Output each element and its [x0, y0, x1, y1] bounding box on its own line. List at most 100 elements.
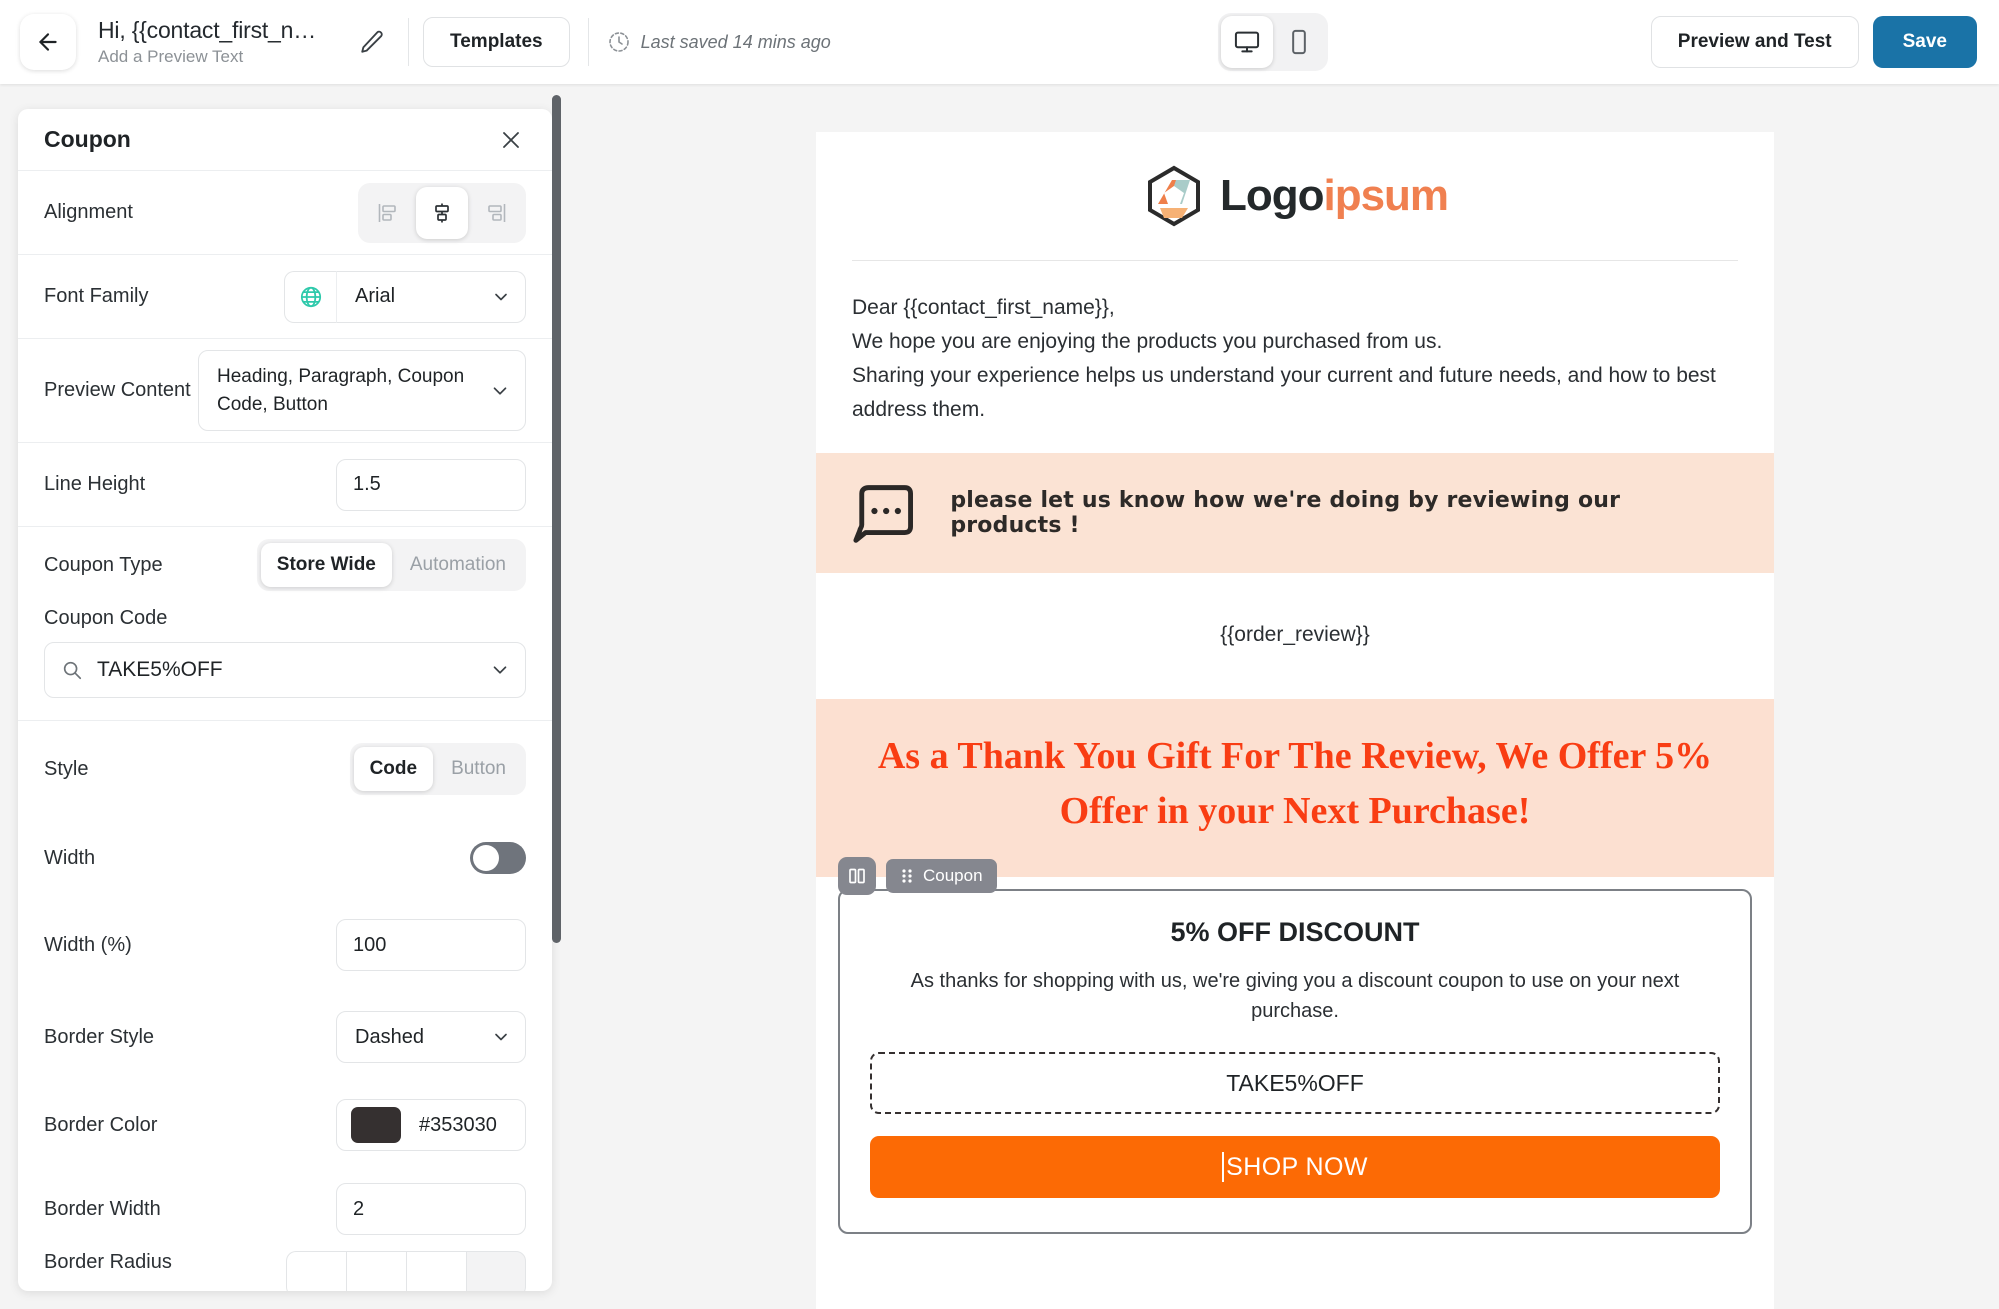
width-pct-input[interactable]: 100	[336, 919, 526, 971]
header-divider-2	[587, 18, 589, 66]
preview-content-label: Preview Content	[44, 379, 191, 401]
clock-icon	[608, 32, 629, 52]
drag-handle-icon	[902, 869, 912, 883]
border-radius-bottom-right-input[interactable]	[406, 1251, 466, 1291]
width-toggle-knob	[473, 845, 499, 871]
style-label: Style	[44, 757, 89, 780]
row-alignment: Alignment	[18, 171, 552, 255]
email-greeting: Dear {{contact_first_name}},	[852, 296, 1115, 319]
row-border-width: Border Width 2	[18, 1167, 552, 1251]
row-style: Style Code Button	[18, 721, 552, 817]
style-segmented-control: Code Button	[349, 743, 526, 795]
coupon-type-segmented-control: Store Wide Automation	[256, 539, 526, 591]
coupon-type-store-wide-button[interactable]: Store Wide	[260, 543, 392, 587]
panel-close-button[interactable]	[496, 125, 526, 155]
thank-you-block[interactable]: As a Thank You Gift For The Review, We O…	[816, 699, 1774, 878]
coupon-settings-panel: Coupon Alignment Font Family Arial Previ…	[18, 109, 552, 1291]
panel-scrollbar[interactable]	[552, 95, 561, 943]
email-preview: Logoipsum Dear {{contact_first_name}}, W…	[816, 132, 1774, 1309]
shop-now-button[interactable]: SHOP NOW	[870, 1136, 1720, 1199]
style-button-button[interactable]: Button	[435, 747, 522, 791]
border-color-label: Border Color	[44, 1113, 158, 1136]
templates-button[interactable]: Templates	[423, 17, 570, 67]
row-border-radius: Border Radius	[18, 1251, 552, 1291]
coupon-code-display[interactable]: TAKE5%OFF	[870, 1052, 1720, 1115]
panel-header: Coupon	[18, 109, 552, 171]
coupon-heading: 5% OFF DISCOUNT	[1170, 917, 1420, 948]
border-radius-label: Border Radius	[44, 1251, 172, 1273]
border-width-input[interactable]: 2	[336, 1183, 526, 1235]
mobile-icon	[1292, 29, 1306, 55]
width-toggle-label: Width	[44, 846, 96, 869]
desktop-icon	[1234, 31, 1260, 53]
border-color-picker[interactable]: #353030	[336, 1099, 526, 1151]
border-radius-inputs	[286, 1251, 526, 1291]
coupon-type-automation-button[interactable]: Automation	[394, 543, 522, 587]
border-radius-top-left-input[interactable]	[286, 1251, 346, 1291]
preview-content-select[interactable]: Heading, Paragraph, Coupon Code, Button	[198, 349, 526, 432]
pencil-icon	[361, 30, 383, 53]
font-family-control: Arial	[284, 270, 526, 323]
border-width-value: 2	[353, 1197, 365, 1220]
text-cursor	[1222, 1152, 1225, 1183]
search-icon	[63, 661, 82, 680]
width-toggle[interactable]	[470, 842, 526, 874]
edit-title-button[interactable]	[350, 20, 394, 64]
border-radius-top-right-input[interactable]	[346, 1251, 406, 1291]
review-banner[interactable]: please let us know how we're doing by re…	[816, 453, 1774, 574]
campaign-title: Hi, {{contact_first_n…	[98, 16, 317, 43]
logo-word-1: Logo	[1219, 171, 1325, 220]
font-language-button[interactable]	[284, 270, 336, 323]
coupon-code-select[interactable]: TAKE5%OFF	[44, 642, 526, 698]
coupon-block-label-badge[interactable]: Coupon	[886, 859, 997, 894]
border-style-value: Dashed	[355, 1025, 424, 1048]
border-width-label: Border Width	[44, 1197, 161, 1220]
coupon-code-label: Coupon Code	[44, 607, 168, 629]
border-color-value: #353030	[419, 1113, 497, 1136]
save-button[interactable]: Save	[1872, 16, 1977, 68]
line-height-input[interactable]: 1.5	[336, 458, 526, 511]
border-color-swatch[interactable]	[351, 1107, 401, 1143]
preview-and-test-button[interactable]: Preview and Test	[1650, 16, 1859, 68]
device-preview-toggle	[1218, 13, 1328, 71]
coupon-paragraph: As thanks for shopping with us, we're gi…	[910, 970, 1680, 1023]
align-center-button[interactable]	[416, 186, 468, 239]
header-actions: Preview and Test Save	[1650, 16, 1977, 68]
order-review-merge-tag[interactable]: {{order_review}}	[816, 573, 1774, 699]
row-line-height: Line Height 1.5	[18, 443, 552, 527]
review-banner-text: please let us know how we're doing by re…	[950, 488, 1621, 539]
back-button[interactable]	[20, 14, 76, 70]
border-style-label: Border Style	[44, 1025, 155, 1048]
align-right-icon	[488, 203, 506, 222]
email-canvas: Logoipsum Dear {{contact_first_name}}, W…	[600, 84, 1999, 1309]
thank-you-text: As a Thank You Gift For The Review, We O…	[877, 735, 1713, 833]
chevron-down-icon	[493, 666, 507, 674]
email-line-2: We hope you are enjoying the products yo…	[852, 330, 1443, 354]
row-coupon-type: Coupon Type Store Wide Automation	[18, 527, 552, 603]
font-family-select[interactable]: Arial	[336, 270, 526, 323]
align-left-button[interactable]	[362, 187, 414, 239]
hexagon-logo-icon	[1147, 165, 1200, 227]
alignment-segmented-control	[358, 182, 526, 243]
app-header: Hi, {{contact_first_n… Add a Preview Tex…	[0, 0, 1999, 84]
align-center-icon	[435, 203, 449, 222]
font-family-value: Arial	[355, 285, 396, 307]
columns-layout-button[interactable]	[838, 857, 876, 896]
email-body-text[interactable]: Dear {{contact_first_name}}, We hope you…	[816, 261, 1774, 453]
close-icon	[503, 131, 519, 148]
logo-word-2: ipsum	[1323, 171, 1449, 220]
border-radius-bottom-left-input[interactable]	[466, 1251, 526, 1291]
font-family-label: Font Family	[44, 285, 149, 307]
panel-title: Coupon	[44, 126, 131, 152]
width-pct-label: Width (%)	[44, 933, 132, 956]
last-saved-group: Last saved 14 mins ago	[607, 30, 831, 54]
mobile-preview-button[interactable]	[1273, 16, 1325, 68]
row-width-toggle: Width	[18, 817, 552, 899]
coupon-card[interactable]: 5% OFF DISCOUNT As thanks for shopping w…	[838, 889, 1752, 1235]
align-right-button[interactable]	[470, 187, 522, 239]
preview-text-placeholder[interactable]: Add a Preview Text	[98, 46, 316, 68]
row-preview-content: Preview Content Heading, Paragraph, Coup…	[18, 339, 552, 443]
style-code-button[interactable]: Code	[353, 747, 434, 791]
desktop-preview-button[interactable]	[1221, 16, 1273, 68]
border-style-select[interactable]: Dashed	[336, 1011, 526, 1063]
